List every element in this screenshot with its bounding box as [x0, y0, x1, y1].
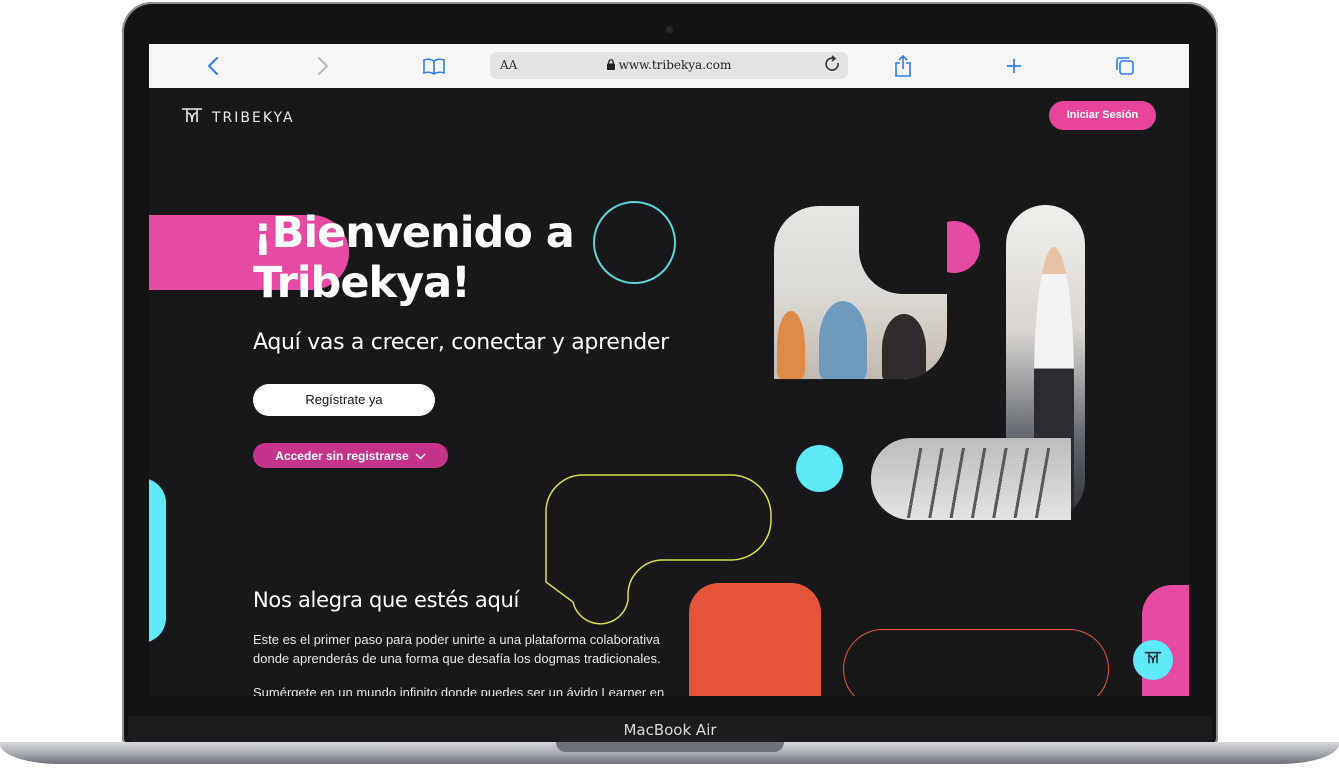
hero-title-line1: ¡Bienvenido a	[253, 208, 575, 258]
classroom-photo-desks	[871, 438, 1071, 520]
logo-text: TRIBEKYA	[212, 109, 295, 126]
back-icon[interactable]	[197, 44, 229, 88]
decor-cyan-ring	[593, 201, 676, 284]
tribekya-page: TRIBEKYA Iniciar Sesión ¡Bienvenido a Tr…	[149, 88, 1189, 696]
photo-desk-legs	[901, 448, 1051, 518]
decor-orange-outline	[843, 629, 1109, 696]
bookmarks-icon[interactable]	[418, 44, 450, 88]
share-icon[interactable]	[887, 44, 919, 88]
laptop-screen: AA www.tribekya.com TRIBEKYA Iniciar Ses…	[149, 44, 1189, 696]
login-button[interactable]: Iniciar Sesión	[1049, 101, 1156, 130]
chevron-down-icon	[415, 449, 426, 463]
url-display[interactable]: www.tribekya.com	[490, 58, 848, 73]
welcome-paragraph-1: Este es el primer paso para poder unirte…	[253, 632, 661, 666]
hero-title-line2: Tribekya!	[253, 258, 471, 308]
photo-person	[819, 301, 867, 379]
url-text: www.tribekya.com	[618, 58, 732, 72]
tabs-icon[interactable]	[1109, 44, 1141, 88]
site-logo[interactable]: TRIBEKYA	[181, 107, 295, 128]
address-bar[interactable]: AA www.tribekya.com	[490, 52, 848, 79]
camera	[666, 26, 673, 33]
classroom-photo-audience	[774, 206, 947, 379]
device-model-label: MacBook Air	[623, 721, 717, 739]
forward-icon[interactable]	[307, 44, 339, 88]
photo-person	[882, 314, 926, 379]
tribekya-logo-icon	[1144, 651, 1162, 669]
lock-icon	[606, 59, 615, 73]
chat-fab-button[interactable]	[1133, 640, 1173, 680]
screen-bezel-bottom: MacBook Air	[128, 716, 1212, 742]
laptop-notch	[556, 742, 784, 752]
browser-toolbar: AA www.tribekya.com	[149, 44, 1189, 89]
guest-access-button[interactable]: Acceder sin registrarse	[253, 443, 448, 468]
new-tab-icon[interactable]	[998, 44, 1030, 88]
welcome-paragraph-2: Sumérgete en un mundo infinito donde pue…	[253, 685, 665, 696]
hero-title: ¡Bienvenido a Tribekya!	[253, 208, 575, 308]
reload-icon[interactable]	[824, 55, 842, 80]
photo-person	[777, 311, 805, 379]
welcome-title: Nos alegra que estés aquí	[253, 588, 520, 612]
guest-access-label: Acceder sin registrarse	[275, 448, 409, 463]
decor-orange-block	[689, 583, 821, 696]
decor-cyan-dot	[796, 445, 843, 492]
tribekya-logo-icon	[181, 107, 203, 128]
decor-cyan-bar	[149, 478, 166, 643]
hero-subtitle: Aquí vas a crecer, conectar y aprender	[253, 330, 669, 355]
register-button[interactable]: Regístrate ya	[253, 384, 435, 416]
